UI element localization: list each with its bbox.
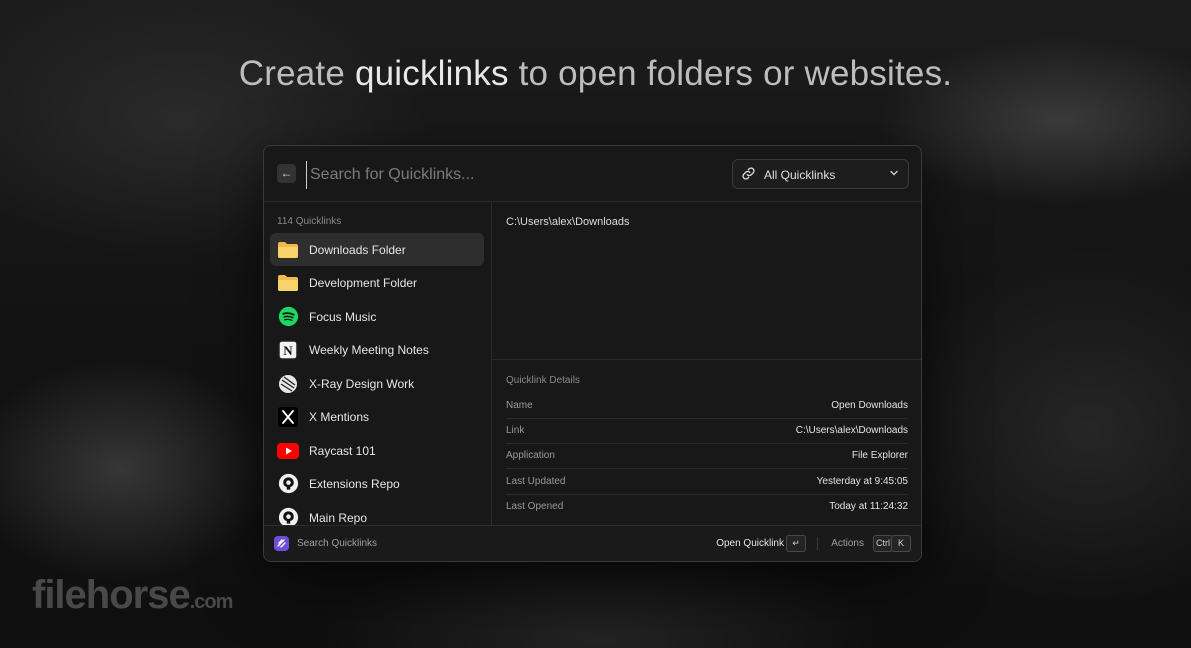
detail-row-name: Name Open Downloads [506, 393, 908, 419]
detail-value: File Explorer [851, 450, 908, 461]
list-item-label: X-Ray Design Work [309, 376, 415, 391]
list-item-label: Focus Music [309, 309, 377, 324]
quicklinks-window: ← All Quicklinks 114 Quicklinks Download… [263, 145, 922, 562]
detail-key: Link [506, 425, 525, 436]
search-input[interactable] [306, 161, 692, 189]
list-item-label: Development Folder [309, 275, 418, 290]
detail-row-application: Application File Explorer [506, 443, 908, 469]
notion-icon: N [277, 339, 299, 361]
enter-key-hint: ↵ [786, 535, 806, 552]
detail-key: Name [506, 400, 533, 411]
list-item-extensions-repo[interactable]: Extensions Repo [270, 467, 484, 500]
svg-text:N: N [283, 343, 293, 358]
list-item-weekly-meeting-notes[interactable]: N Weekly Meeting Notes [270, 333, 484, 366]
list-item-label: Weekly Meeting Notes [309, 342, 429, 357]
spotify-icon [277, 306, 299, 328]
chevron-down-icon [890, 170, 898, 176]
detail-value: Today at 11:24:32 [829, 501, 908, 512]
arrow-left-icon: ← [280, 166, 293, 180]
list-item-label: Main Repo [309, 510, 368, 525]
detail-value: Yesterday at 9:45:05 [816, 476, 908, 487]
folder-icon [277, 239, 299, 261]
list-item-main-repo[interactable]: Main Repo [270, 501, 484, 526]
ctrl-key-hint: Ctrl [873, 535, 893, 552]
detail-key: Last Opened [506, 501, 564, 512]
list-count: 114 Quicklinks [277, 216, 342, 227]
list-item-label: Raycast 101 [309, 443, 376, 458]
list-item-x-ray-design-work[interactable]: X-Ray Design Work [270, 367, 484, 400]
actions-button[interactable]: Actions [831, 538, 864, 549]
list-item-label: X Mentions [309, 409, 370, 424]
details-title: Quicklink Details [506, 375, 580, 386]
quicklinks-list: 114 Quicklinks Downloads Folder Developm… [264, 202, 492, 526]
filehorse-watermark: filehorse.com [32, 573, 234, 618]
detail-row-last-opened: Last Opened Today at 11:24:32 [506, 494, 908, 519]
detail-key: Last Updated [506, 476, 566, 487]
filter-dropdown[interactable]: All Quicklinks [732, 159, 909, 189]
list-item-focus-music[interactable]: Focus Music [270, 300, 484, 333]
list-item-downloads-folder[interactable]: Downloads Folder [270, 233, 484, 266]
action-bar: Search Quicklinks Open Quicklink ↵ Actio… [264, 525, 921, 561]
open-quicklink-button[interactable]: Open Quicklink [716, 538, 784, 549]
filter-label: All Quicklinks [764, 168, 836, 182]
xray-icon [277, 373, 299, 395]
back-button[interactable]: ← [277, 164, 296, 183]
youtube-icon [277, 440, 299, 462]
headline: Create quicklinks to open folders or web… [0, 54, 1191, 94]
detail-key: Application [506, 450, 555, 461]
link-icon [742, 167, 755, 180]
headline-bold: quicklinks [354, 54, 509, 93]
detail-path: C:\Users\alex\Downloads [506, 216, 630, 228]
detail-value: Open Downloads [831, 400, 908, 411]
raycast-icon [274, 536, 289, 551]
folder-icon [277, 272, 299, 294]
search-bar: ← All Quicklinks [264, 146, 921, 202]
watermark-domain: .com [189, 591, 234, 613]
watermark-text: filehorse [32, 573, 191, 617]
list-item-label: Downloads Folder [309, 242, 406, 257]
detail-pane: C:\Users\alex\Downloads Quicklink Detail… [492, 202, 921, 526]
detail-row-link: Link C:\Users\alex\Downloads [506, 418, 908, 444]
list-item-development-folder[interactable]: Development Folder [270, 266, 484, 299]
quicklink-details: Quicklink Details Name Open Downloads Li… [492, 359, 921, 526]
list-item-raycast-101[interactable]: Raycast 101 [270, 434, 484, 467]
headline-text-end: to open folders or websites. [508, 54, 953, 93]
list-item-x-mentions[interactable]: X Mentions [270, 400, 484, 433]
k-key-hint: K [891, 535, 911, 552]
list-item-label: Extensions Repo [309, 476, 400, 491]
github-icon [277, 507, 299, 526]
detail-row-last-updated: Last Updated Yesterday at 9:45:05 [506, 469, 908, 495]
divider [817, 537, 818, 550]
headline-text: Create [238, 54, 355, 93]
detail-value: C:\Users\alex\Downloads [795, 425, 908, 436]
footer-label: Search Quicklinks [297, 538, 378, 549]
x-icon [277, 406, 299, 428]
github-icon [277, 473, 299, 495]
